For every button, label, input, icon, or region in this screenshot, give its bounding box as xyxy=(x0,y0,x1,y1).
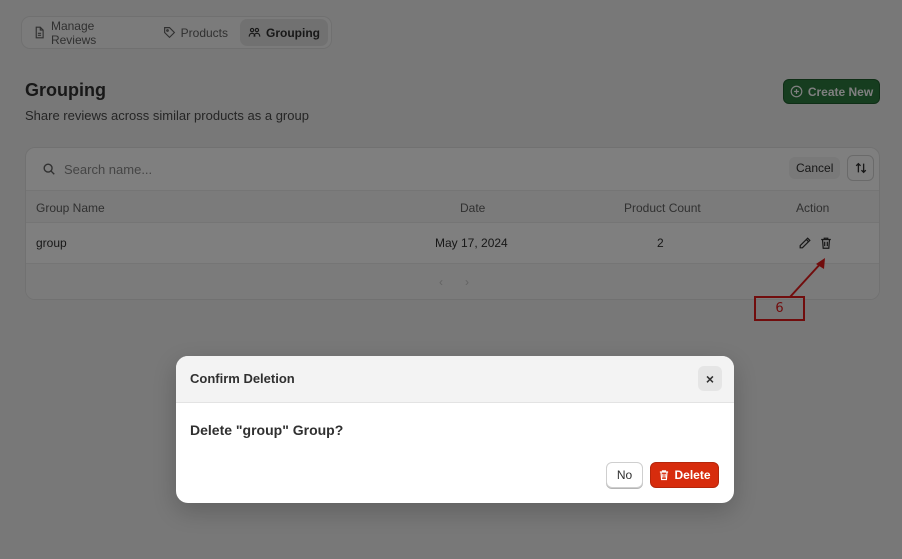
modal-message: Delete "group" Group? xyxy=(190,422,344,438)
confirm-deletion-modal: Confirm Deletion × Delete "group" Group?… xyxy=(176,356,734,503)
delete-label: Delete xyxy=(674,468,711,482)
no-button[interactable]: No xyxy=(606,462,643,488)
modal-header: Confirm Deletion × xyxy=(176,356,734,403)
modal-title: Confirm Deletion xyxy=(190,371,295,386)
close-button[interactable]: × xyxy=(698,366,722,391)
trash-icon xyxy=(660,470,669,481)
delete-button[interactable]: Delete xyxy=(650,462,719,488)
